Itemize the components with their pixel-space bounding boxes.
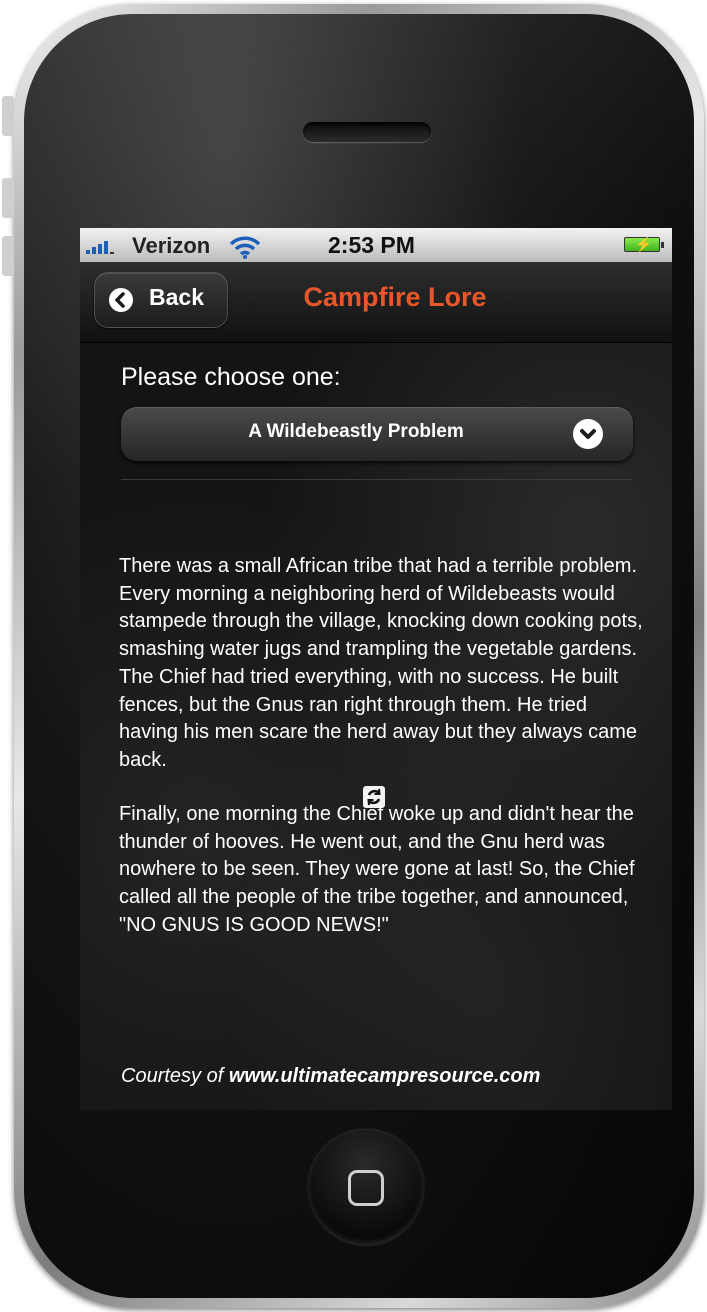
story-select-value: A Wildebeastly Problem (248, 421, 464, 442)
content-area: Please choose one: A Wildebeastly Proble… (80, 343, 672, 1110)
volume-up-button (2, 178, 14, 218)
chevron-left-icon (109, 288, 133, 312)
status-time: 2:53 PM (328, 232, 415, 258)
choose-prompt: Please choose one: (121, 363, 341, 391)
signal-bars-icon (86, 238, 114, 254)
status-bar: Verizon 2:53 PM ⚡ (80, 228, 672, 262)
mute-switch (2, 96, 14, 136)
chevron-down-icon (573, 419, 603, 449)
wifi-icon (229, 236, 261, 259)
story-paragraph-1: There was a small African tribe that had… (119, 555, 643, 771)
courtesy-link[interactable]: www.ultimatecampresource.com (229, 1065, 541, 1087)
battery-charging-icon: ⚡ (624, 236, 664, 252)
volume-down-button (2, 236, 14, 276)
earpiece-speaker (303, 122, 431, 142)
home-square-icon (348, 1170, 384, 1206)
back-button[interactable]: Back (94, 272, 228, 328)
carrier-name: Verizon (132, 233, 211, 258)
navigation-bar: Back Campfire Lore (80, 262, 672, 343)
story-select[interactable]: A Wildebeastly Problem (121, 407, 633, 461)
courtesy-line: Courtesy of www.ultimatecampresource.com (121, 1065, 540, 1088)
divider (121, 479, 633, 480)
courtesy-prefix: Courtesy of (121, 1065, 224, 1087)
back-label: Back (149, 284, 204, 310)
story-paragraph-2: Finally, one morning the Chief woke up a… (119, 803, 635, 936)
app-screen: Verizon 2:53 PM ⚡ Back Campfire Lore Ple… (80, 228, 672, 1110)
page-title: Campfire Lore (303, 282, 487, 312)
home-button[interactable] (308, 1130, 424, 1246)
